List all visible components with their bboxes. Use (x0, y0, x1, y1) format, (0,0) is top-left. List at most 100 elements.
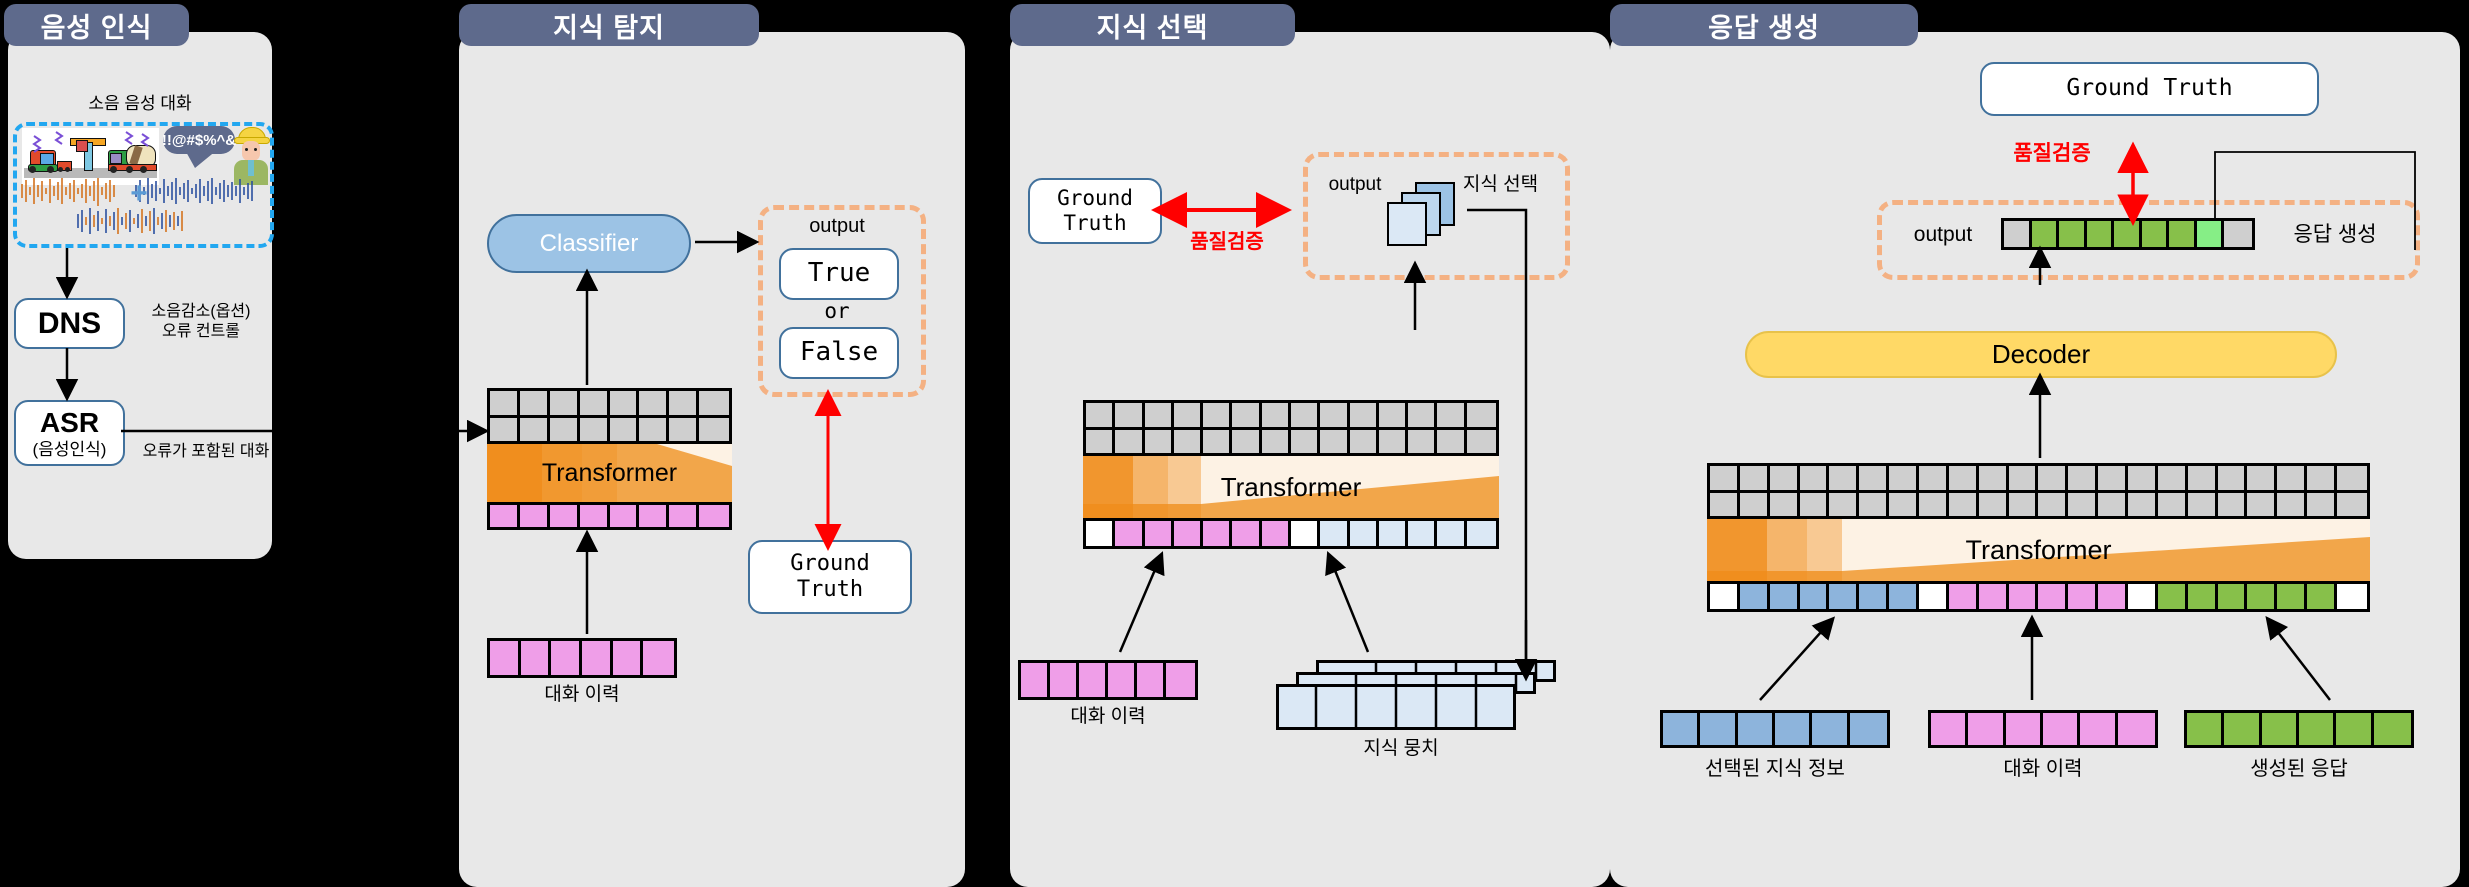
generation-history-label: 대화 이력 (2003, 757, 2083, 780)
grid-cell (2307, 466, 2338, 490)
false-box[interactable]: False (779, 327, 899, 379)
grid-cell (1203, 403, 1233, 427)
grid-cell (1144, 429, 1174, 453)
true-box[interactable]: True (779, 248, 899, 300)
grid-cell (1859, 466, 1890, 490)
grid-cell (639, 417, 670, 441)
strip-cell (490, 505, 520, 527)
grid-cell (1144, 403, 1174, 427)
grid-cell (1261, 429, 1291, 453)
grid-cell (2128, 492, 2158, 516)
strip-cell (1079, 663, 1108, 697)
decoder-box[interactable]: Decoder (1745, 331, 2337, 378)
grid-cell (1799, 492, 1830, 516)
speaker-avatar-icon (232, 127, 270, 185)
strip-cell (2042, 713, 2081, 745)
plus-icon: + (130, 177, 148, 210)
dns-note: 소음감소(옵션) 오류 컨트롤 (126, 298, 276, 346)
strip-cell (1437, 521, 1467, 546)
grid-cell (1320, 429, 1350, 453)
strip-cell (551, 641, 582, 675)
strip-cell (1919, 584, 1949, 609)
strip-cell (2157, 584, 2188, 609)
strip-cell (2098, 584, 2129, 609)
grid-cell (1978, 466, 2009, 490)
grid-cell (519, 391, 550, 415)
generated-response-strip (2184, 710, 2414, 748)
strip-cell (1086, 521, 1116, 546)
selection-token-grid (1083, 400, 1499, 456)
grid-cell (1919, 466, 1949, 490)
grid-cell (1290, 403, 1321, 427)
knowledge-corpus-stack (1276, 660, 1556, 730)
dns-box[interactable]: DNS (14, 298, 125, 349)
strip-cell (2004, 221, 2032, 247)
strip-cell (1737, 713, 1775, 745)
grid-cell (1829, 492, 1860, 516)
strip-cell (612, 641, 644, 675)
panel-title-speech-recognition: 음성 인식 (4, 4, 189, 46)
grid-cell (1437, 429, 1467, 453)
strip-cell (2217, 584, 2248, 609)
garbled-text-bubble: !!@#$%^& (162, 126, 236, 168)
strip-cell (1050, 663, 1079, 697)
grid-cell (549, 391, 580, 415)
grid-row (1710, 466, 2367, 493)
grid-cell (2277, 466, 2308, 490)
detection-ground-truth-box: Ground Truth (748, 540, 912, 614)
strip-cell (1978, 584, 2009, 609)
strip-cell (1137, 663, 1166, 697)
grid-cell (1978, 492, 2009, 516)
strip-cell (1320, 521, 1350, 546)
detection-transformer: Transformer (487, 444, 732, 502)
strip-cell (1769, 584, 1800, 609)
grid-cell (1086, 429, 1116, 453)
grid-row (1086, 403, 1496, 430)
grid-cell (1408, 429, 1438, 453)
strip-cell (1700, 713, 1738, 745)
grid-cell (1261, 403, 1291, 427)
selected-knowledge-cards (1381, 182, 1467, 254)
strip-cell (1889, 584, 1920, 609)
grid-cell (1378, 403, 1409, 427)
strip-cell (2298, 713, 2337, 745)
strip-cell (2005, 713, 2043, 745)
grid-cell (2068, 492, 2099, 516)
generation-output-label: output (1913, 222, 1973, 246)
generation-token-grid (1707, 463, 2370, 519)
strip-cell (1173, 521, 1204, 546)
grid-cell (1919, 492, 1949, 516)
asr-label: ASR (39, 407, 100, 438)
strip-cell (1408, 521, 1438, 546)
strip-cell (2059, 221, 2087, 247)
strip-cell (2008, 584, 2039, 609)
grid-cell (579, 417, 610, 441)
strip-cell (2114, 221, 2142, 247)
asr-box[interactable]: ASR (음성인식) (14, 400, 125, 466)
noisy-speech-caption: 소음 음성 대화 (88, 94, 192, 114)
gt-line2: Truth (1063, 211, 1127, 235)
classifier-box[interactable]: Classifier (487, 214, 691, 273)
generation-transformer-input-strip (1707, 581, 2370, 612)
grid-cell (699, 417, 729, 441)
selection-quality-label: 품질검증 (1190, 230, 1264, 253)
grid-cell (1710, 466, 1740, 490)
strip-cell (1812, 713, 1850, 745)
strip-cell (579, 505, 610, 527)
grid-cell (2307, 492, 2338, 516)
strip-cell (1261, 521, 1291, 546)
strip-cell (2187, 584, 2218, 609)
strip-cell (490, 641, 521, 675)
strip-cell (1849, 713, 1887, 745)
grid-cell (2008, 466, 2039, 490)
strip-cell (643, 641, 674, 675)
strip-cell (2141, 221, 2170, 247)
strip-cell (1166, 663, 1195, 697)
grid-cell (1466, 429, 1496, 453)
strip-cell (2336, 713, 2374, 745)
grid-cell (699, 391, 729, 415)
grid-cell (2277, 492, 2308, 516)
strip-cell (1108, 663, 1137, 697)
or-label: or (824, 298, 850, 323)
generation-transformer-label: Transformer (1965, 534, 2112, 565)
